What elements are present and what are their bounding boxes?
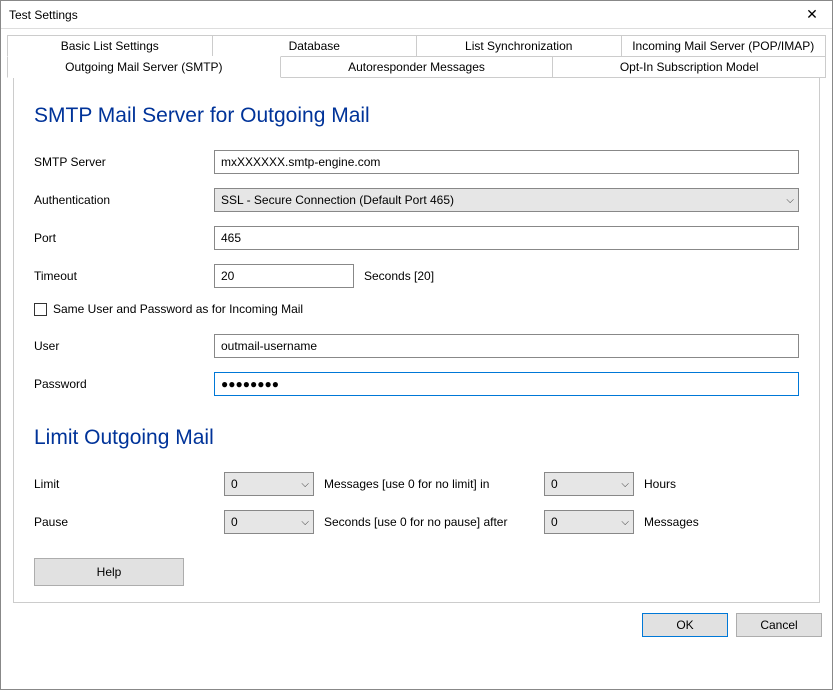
smtp-heading: SMTP Mail Server for Outgoing Mail <box>34 104 799 128</box>
user-label: User <box>34 339 214 353</box>
tab-list-synchronization[interactable]: List Synchronization <box>417 35 622 56</box>
authentication-select[interactable]: SSL - Secure Connection (Default Port 46… <box>214 188 799 212</box>
row-limit: Limit 0 ⌵ Messages [use 0 for no limit] … <box>34 472 799 496</box>
user-input[interactable] <box>214 334 799 358</box>
pause-label: Pause <box>34 515 214 529</box>
limit-messages-select[interactable]: 0 ⌵ <box>224 472 314 496</box>
cancel-button[interactable]: Cancel <box>736 613 822 637</box>
pause-messages-select[interactable]: 0 ⌵ <box>544 510 634 534</box>
row-pause: Pause 0 ⌵ Seconds [use 0 for no pause] a… <box>34 510 799 534</box>
authentication-label: Authentication <box>34 193 214 207</box>
limit-heading: Limit Outgoing Mail <box>34 426 799 450</box>
same-user-checkbox[interactable] <box>34 303 47 316</box>
pause-seconds-select[interactable]: 0 ⌵ <box>224 510 314 534</box>
tab-outgoing-mail-server[interactable]: Outgoing Mail Server (SMTP) <box>7 56 281 78</box>
row-same-user: Same User and Password as for Incoming M… <box>34 302 799 316</box>
tab-opt-in-subscription[interactable]: Opt-In Subscription Model <box>553 56 826 78</box>
same-user-label: Same User and Password as for Incoming M… <box>53 302 303 316</box>
settings-window: Test Settings ✕ Basic List Settings Data… <box>0 0 833 690</box>
chevron-down-icon: ⌵ <box>301 517 309 528</box>
tabs: Basic List Settings Database List Synchr… <box>1 29 832 603</box>
port-label: Port <box>34 231 214 245</box>
dialog-footer: OK Cancel <box>1 603 832 647</box>
tabs-row-top: Basic List Settings Database List Synchr… <box>7 35 826 56</box>
pause-messages-text: Messages <box>644 515 699 529</box>
timeout-suffix: Seconds [20] <box>364 269 434 283</box>
limit-messages-value: 0 <box>231 477 238 491</box>
close-icon: ✕ <box>806 6 818 23</box>
password-input[interactable] <box>214 372 799 396</box>
limit-messages-text: Messages [use 0 for no limit] in <box>324 477 534 491</box>
tabs-row-bottom: Outgoing Mail Server (SMTP) Autoresponde… <box>7 56 826 78</box>
timeout-label: Timeout <box>34 269 214 283</box>
row-authentication: Authentication SSL - Secure Connection (… <box>34 188 799 212</box>
row-user: User <box>34 334 799 358</box>
chevron-down-icon: ⌵ <box>786 195 794 206</box>
help-button[interactable]: Help <box>34 558 184 586</box>
limit-hours-value: 0 <box>551 477 558 491</box>
chevron-down-icon: ⌵ <box>621 479 629 490</box>
pause-messages-value: 0 <box>551 515 558 529</box>
smtp-server-input[interactable] <box>214 150 799 174</box>
timeout-input[interactable] <box>214 264 354 288</box>
ok-button[interactable]: OK <box>642 613 728 637</box>
row-port: Port <box>34 226 799 250</box>
tab-incoming-mail-server[interactable]: Incoming Mail Server (POP/IMAP) <box>622 35 827 56</box>
row-smtp-server: SMTP Server <box>34 150 799 174</box>
smtp-server-label: SMTP Server <box>34 155 214 169</box>
row-timeout: Timeout Seconds [20] <box>34 264 799 288</box>
limit-hours-text: Hours <box>644 477 676 491</box>
chevron-down-icon: ⌵ <box>301 479 309 490</box>
tab-autoresponder-messages[interactable]: Autoresponder Messages <box>281 56 554 78</box>
port-input[interactable] <box>214 226 799 250</box>
pause-seconds-text: Seconds [use 0 for no pause] after <box>324 515 534 529</box>
limit-label: Limit <box>34 477 214 491</box>
window-title: Test Settings <box>9 8 78 22</box>
chevron-down-icon: ⌵ <box>621 517 629 528</box>
close-button[interactable]: ✕ <box>792 1 832 29</box>
row-password: Password <box>34 372 799 396</box>
password-label: Password <box>34 377 214 391</box>
tab-database[interactable]: Database <box>213 35 418 56</box>
tab-content: SMTP Mail Server for Outgoing Mail SMTP … <box>13 78 820 603</box>
titlebar: Test Settings ✕ <box>1 1 832 29</box>
limit-hours-select[interactable]: 0 ⌵ <box>544 472 634 496</box>
pause-seconds-value: 0 <box>231 515 238 529</box>
authentication-value: SSL - Secure Connection (Default Port 46… <box>221 193 454 207</box>
tab-basic-list-settings[interactable]: Basic List Settings <box>7 35 213 56</box>
